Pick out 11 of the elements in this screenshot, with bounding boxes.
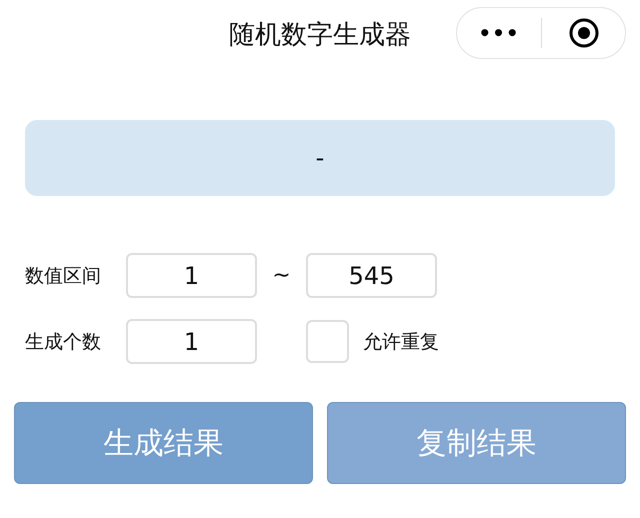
min-field[interactable]: 1 (126, 253, 257, 298)
range-label: 数值区间 (25, 264, 102, 288)
repeat-checkbox[interactable] (306, 320, 349, 363)
page-title: 随机数字生成器 (229, 18, 411, 52)
result-value: - (316, 144, 324, 172)
count-label: 生成个数 (25, 330, 102, 354)
range-separator: ~ (271, 263, 292, 288)
repeat-label: 允许重复 (363, 330, 439, 354)
max-field[interactable]: 545 (306, 253, 437, 298)
more-button[interactable]: ••• (457, 21, 541, 45)
count-field[interactable]: 1 (126, 319, 257, 364)
